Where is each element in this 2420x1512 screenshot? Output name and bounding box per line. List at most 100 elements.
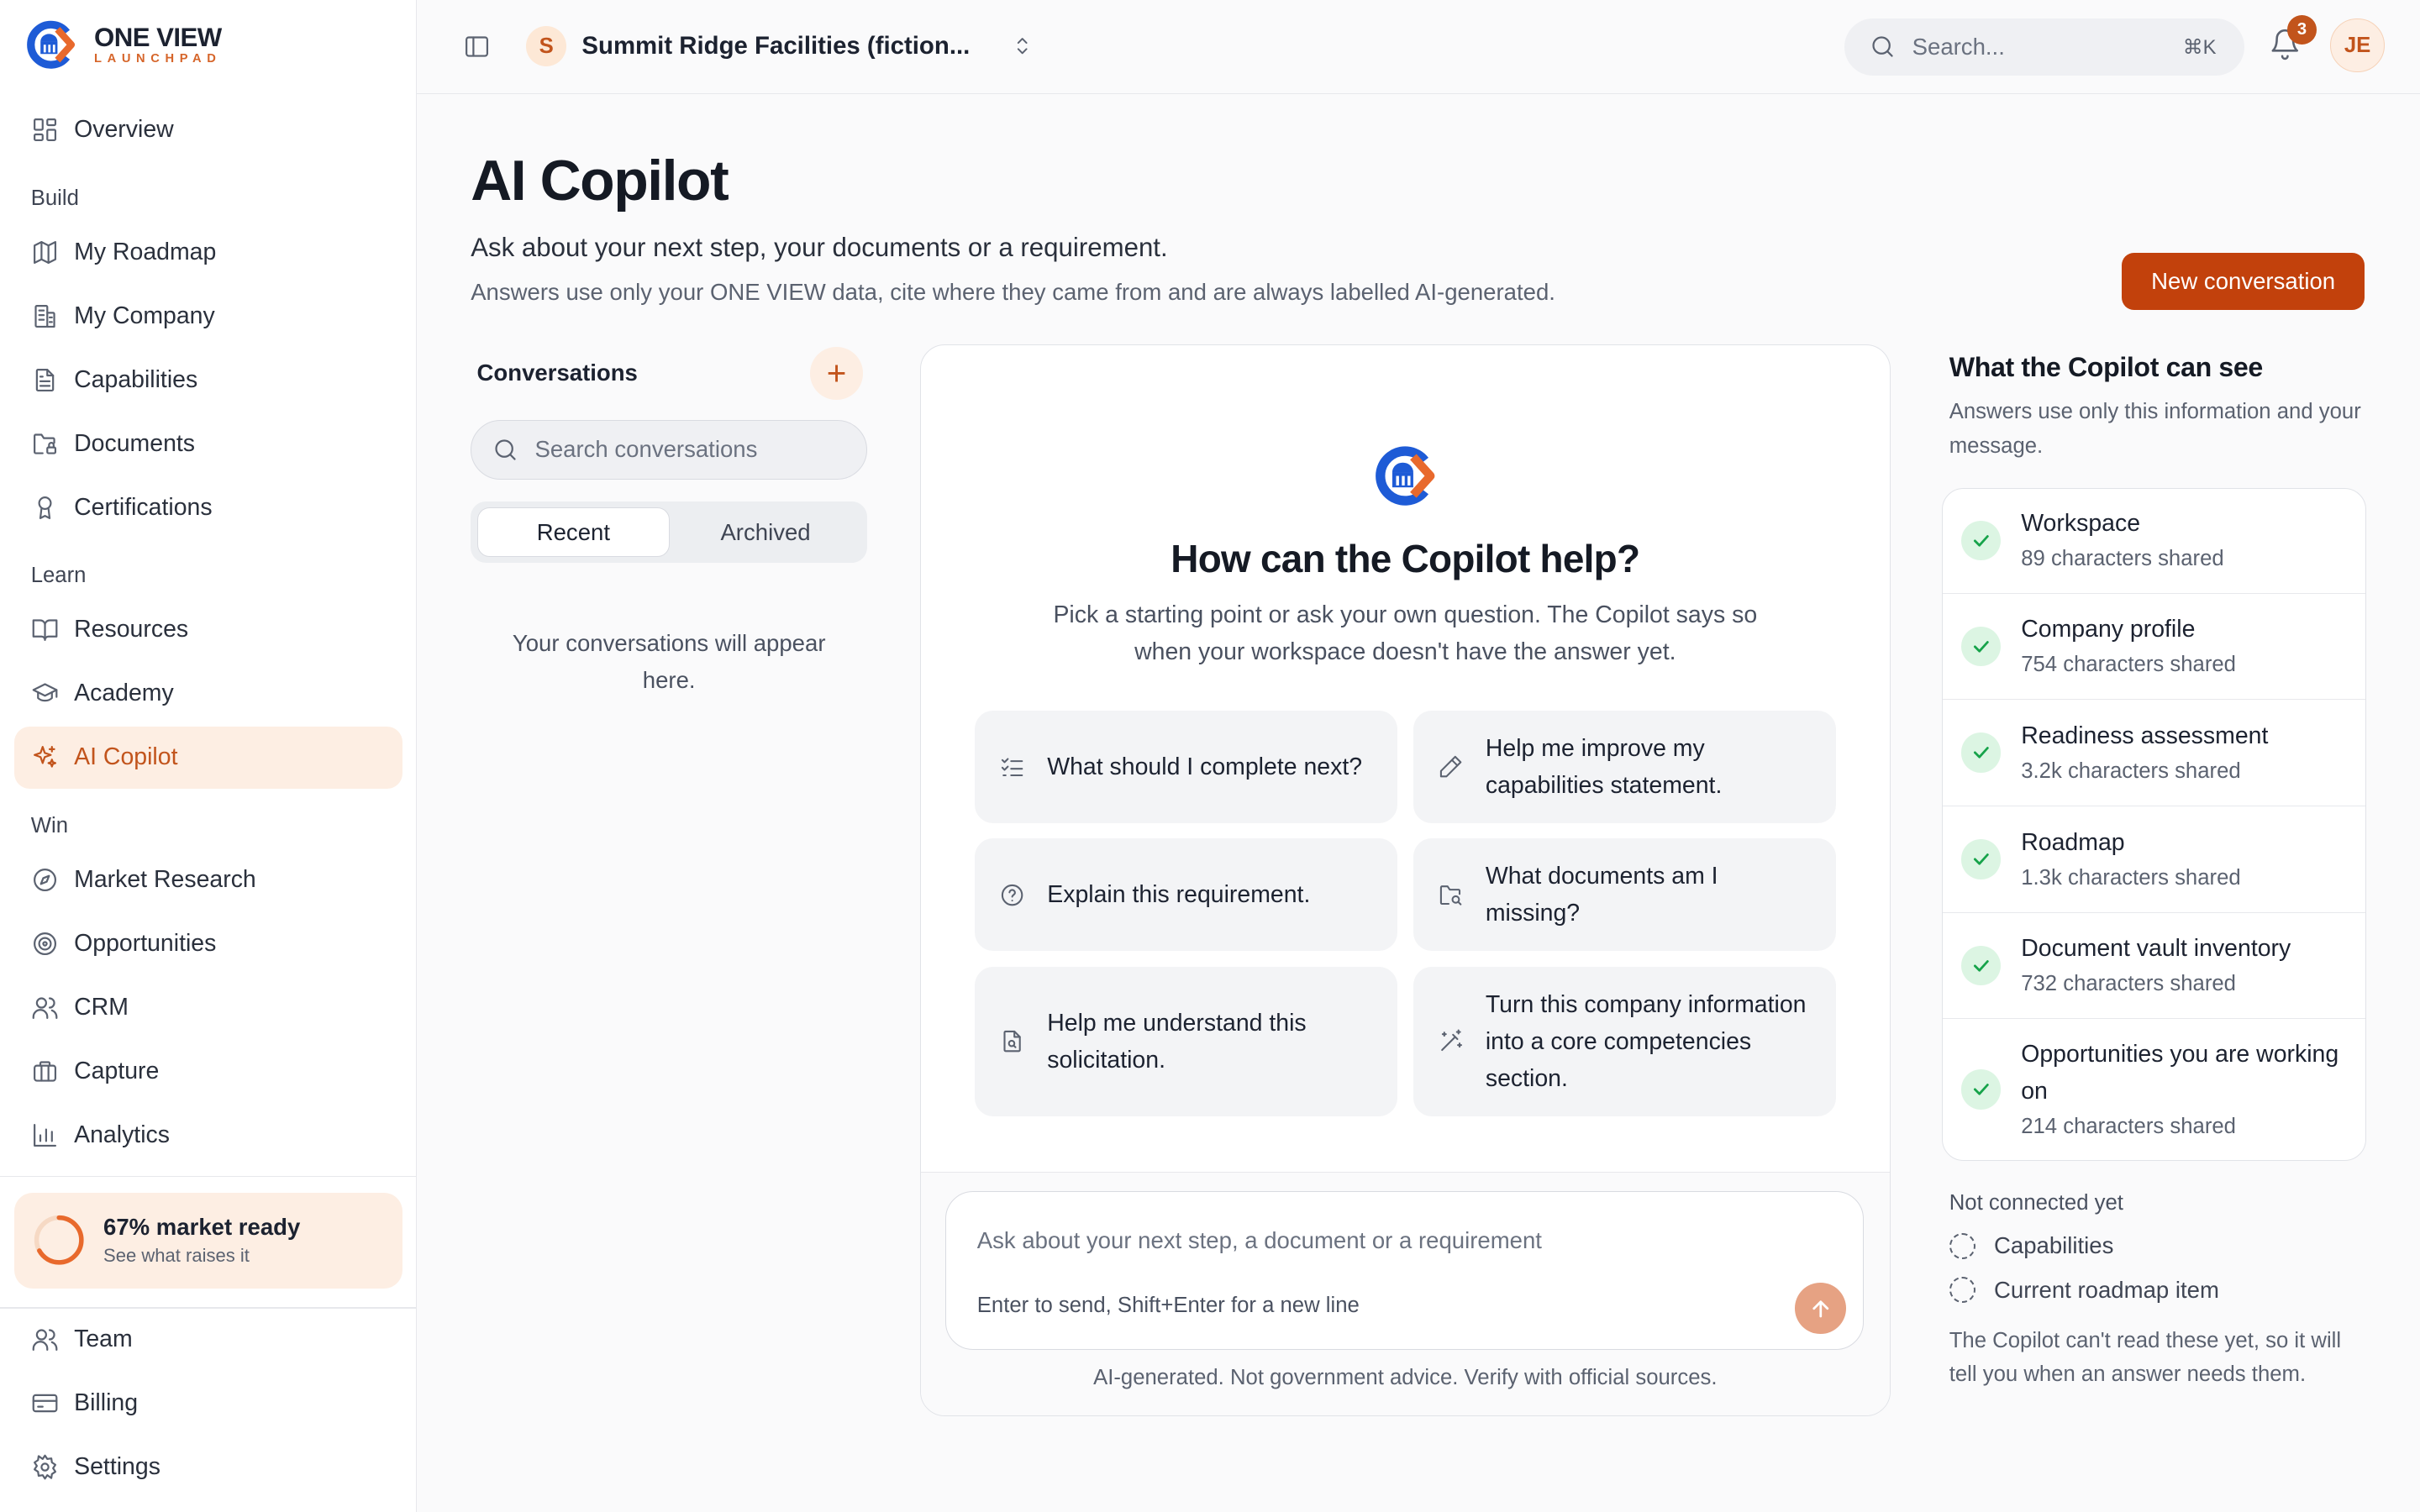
send-button[interactable]: [1795, 1283, 1846, 1335]
nav-item-capture[interactable]: Capture: [14, 1041, 403, 1102]
page-subtitle: Ask about your next step, your documents…: [471, 233, 1168, 263]
nav-section-win: Win: [30, 814, 68, 838]
nav-item-my-roadmap[interactable]: My Roadmap: [14, 221, 403, 282]
users-icon: [31, 994, 59, 1021]
dashed-circle-icon: [1949, 1232, 1975, 1260]
nav-label: Capabilities: [74, 365, 198, 393]
nav-item-documents[interactable]: Documents: [14, 412, 403, 474]
sparkles-icon: [31, 743, 59, 771]
file-text-icon: [31, 366, 59, 394]
help-circle-icon: [999, 882, 1025, 908]
topbar: S Summit Ridge Facilities (fiction... Se…: [416, 0, 2420, 95]
tab-archived[interactable]: Archived: [670, 507, 861, 557]
sidebar-divider: [0, 1175, 416, 1178]
tab-recent[interactable]: Recent: [476, 507, 671, 557]
dashed-circle-icon: [1949, 1277, 1975, 1304]
readiness-link[interactable]: See what raises it: [103, 1245, 300, 1267]
chat-heading: How can the Copilot help?: [1171, 537, 1640, 581]
chat-panel: How can the Copilot help? Pick a startin…: [919, 344, 1891, 1417]
prompt-card[interactable]: Explain this requirement.: [974, 838, 1398, 952]
global-search[interactable]: Search... ⌘K: [1844, 18, 2244, 76]
prompt-card[interactable]: Help me understand this solicitation.: [974, 966, 1398, 1116]
sidebar-toggle-icon[interactable]: [463, 33, 491, 60]
list-item: Company profile 754 characters shared: [1942, 594, 2365, 701]
nav-item-opportunities[interactable]: Opportunities: [14, 913, 403, 974]
nav-item-settings[interactable]: Settings: [14, 1436, 403, 1498]
not-connected-name: Current roadmap item: [1993, 1276, 2219, 1303]
nav-item-resources[interactable]: Resources: [14, 599, 403, 660]
book-open-icon: [31, 616, 59, 643]
nav-label: Settings: [74, 1452, 160, 1480]
brand-logo[interactable]: ONE VIEW LAUNCHPAD: [24, 18, 222, 71]
nav-label: AI Copilot: [74, 743, 178, 771]
list-item: Opportunities you are working on 214 char…: [1943, 1019, 2365, 1159]
nav-label: Documents: [74, 429, 196, 457]
prompt-card[interactable]: Help me improve my capabilities statemen…: [1413, 710, 1836, 823]
source-detail: 1.3k characters shared: [2021, 865, 2241, 890]
search-placeholder: Search...: [1912, 34, 2005, 60]
nav-item-capabilities[interactable]: Capabilities: [14, 349, 403, 410]
not-connected-heading: Not connected yet: [1949, 1191, 2123, 1215]
check-icon: [1960, 945, 2002, 986]
pencil-icon: [1438, 753, 1464, 780]
add-conversation-button[interactable]: +: [810, 347, 863, 400]
source-detail: 754 characters shared: [2021, 653, 2236, 677]
nav-item-billing[interactable]: Billing: [14, 1373, 403, 1434]
prompt-card[interactable]: Turn this company information into a cor…: [1413, 966, 1836, 1116]
source-detail: 3.2k characters shared: [2021, 759, 2241, 783]
market-readiness-card[interactable]: 67% market ready See what raises it: [13, 1192, 403, 1289]
user-avatar[interactable]: JE: [2330, 18, 2385, 73]
new-conversation-button[interactable]: New conversation: [2122, 253, 2365, 311]
folder-lock-icon: [31, 430, 59, 458]
check-icon: [1960, 732, 2002, 773]
source-name: Company profile: [2021, 616, 2196, 643]
notification-count-badge: 3: [2286, 15, 2317, 45]
prompt-card[interactable]: What should I complete next?: [974, 710, 1398, 823]
list-item: Capabilities: [1949, 1232, 2366, 1260]
main-content: S Summit Ridge Facilities (fiction... Se…: [416, 0, 2420, 1512]
source-name: Opportunities you are working on: [2021, 1040, 2339, 1105]
nav-item-analytics[interactable]: Analytics: [14, 1105, 403, 1166]
conversation-search-input[interactable]: Search conversations: [471, 419, 868, 480]
nav-item-team[interactable]: Team: [14, 1309, 403, 1370]
nav-section-learn: Learn: [30, 564, 87, 588]
not-connected-note: The Copilot can't read these yet, so it …: [1949, 1328, 2342, 1386]
page-note: Answers use only your ONE VIEW data, cit…: [471, 279, 1555, 306]
ai-disclaimer: AI-generated. Not government advice. Ver…: [1093, 1365, 1718, 1389]
prompt-text: Help me understand this solicitation.: [1047, 1009, 1307, 1074]
nav-item-overview[interactable]: Overview: [14, 99, 403, 160]
prompt-text: What should I complete next?: [1047, 753, 1363, 780]
credit-card-icon: [31, 1389, 59, 1417]
context-panel: What the Copilot can see Answers use onl…: [1941, 345, 2366, 1391]
nav-item-market-research[interactable]: Market Research: [14, 849, 403, 911]
copilot-logo-icon: [1376, 446, 1435, 506]
nav-label: Team: [74, 1325, 133, 1352]
main-nav: Overview Build My Roadmap My Company Cap…: [13, 99, 403, 1169]
readiness-progress-ring: [34, 1215, 84, 1266]
list-item: Readiness assessment 3.2k characters shar…: [1942, 700, 2365, 806]
source-detail: 89 characters shared: [2021, 547, 2224, 571]
nav-label: Academy: [74, 680, 174, 707]
prompt-text: Help me improve my capabilities statemen…: [1485, 734, 1723, 799]
check-icon: [1960, 626, 2002, 667]
list-item: Roadmap 1.3k characters shared: [1942, 806, 2365, 913]
prompt-card[interactable]: What documents am I missing?: [1413, 838, 1836, 952]
message-input[interactable]: Ask about your next step, a document or …: [945, 1191, 1864, 1351]
list-item: Document vault inventory 732 characters s…: [1942, 913, 2365, 1020]
nav-item-crm[interactable]: CRM: [14, 977, 403, 1038]
nav-label: Opportunities: [74, 930, 217, 958]
source-name: Readiness assessment: [2021, 722, 2269, 749]
message-placeholder: Ask about your next step, a document or …: [976, 1227, 1542, 1254]
prompt-text: Turn this company information into a cor…: [1485, 990, 1807, 1092]
nav-item-my-company[interactable]: My Company: [14, 285, 403, 346]
grid-icon: [31, 116, 59, 144]
prompt-text: Explain this requirement.: [1047, 881, 1311, 909]
nav-item-ai-copilot[interactable]: AI Copilot: [13, 727, 403, 789]
source-name: Roadmap: [2021, 828, 2125, 856]
nav-label: Resources: [74, 616, 189, 643]
chat-description: Pick a starting point or ask your own qu…: [1053, 601, 1758, 666]
nav-item-certifications[interactable]: Certifications: [14, 476, 403, 538]
nav-item-academy[interactable]: Academy: [14, 663, 403, 724]
org-switcher[interactable]: S Summit Ridge Facilities (fiction...: [526, 26, 1034, 66]
brand-tagline: LAUNCHPAD: [94, 51, 222, 66]
